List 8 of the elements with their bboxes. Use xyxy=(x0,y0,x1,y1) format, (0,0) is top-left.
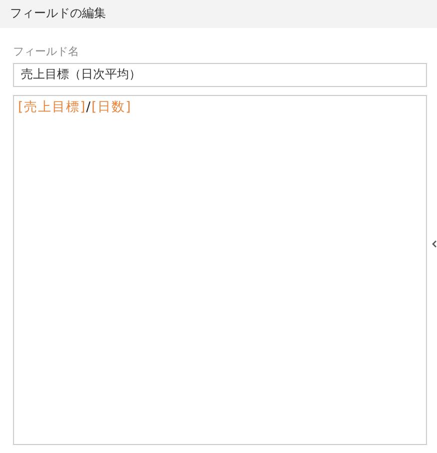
operator: / xyxy=(86,100,92,114)
field-label: フィールド名 xyxy=(13,44,80,60)
field-reference: [日数] xyxy=(92,100,132,114)
field-reference: [売上目標] xyxy=(18,100,86,114)
panel-title: フィールドの編集 xyxy=(10,6,106,20)
field-name-input[interactable]: 売上目標（日次平均） xyxy=(13,62,427,86)
formula-editor[interactable]: [売上目標]/[日数] xyxy=(13,94,427,444)
chevron-left-icon[interactable] xyxy=(432,240,437,248)
